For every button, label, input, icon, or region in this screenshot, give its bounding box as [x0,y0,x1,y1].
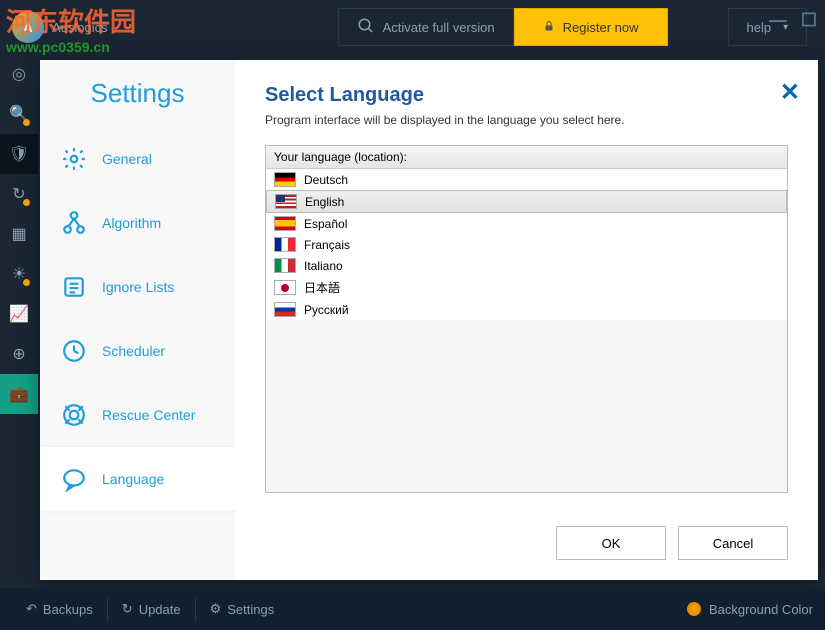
language-label: Русский [304,303,349,317]
minimize-button[interactable]: — [769,10,787,31]
cancel-button[interactable]: Cancel [678,526,788,560]
register-button[interactable]: Register now [514,8,668,46]
gear-icon [60,145,88,173]
language-option[interactable]: Français [266,234,787,255]
flag-icon [275,194,297,209]
rail-icon-refresh[interactable]: ↻ [0,174,38,214]
sidebar-item-language[interactable]: Language [40,447,235,511]
app-logo: A Auslogics [12,11,108,43]
sidebar-item-label: Rescue Center [102,407,195,423]
clock-icon [60,337,88,365]
lock-icon [543,19,555,36]
flag-icon [274,216,296,231]
footer-backups[interactable]: ↶ Backups [12,601,107,617]
left-rail: ◎ 🔍 🛡 ↻ ▦ ☀ 📈 ⊕ 💼 [0,54,38,588]
language-label: Español [304,217,347,231]
footer-bg-color[interactable]: Background Color [687,602,813,617]
rail-icon-briefcase[interactable]: 💼 [0,374,38,414]
flag-icon [274,258,296,273]
window-controls: — ☐ [769,10,817,31]
flag-icon [274,280,296,295]
sidebar-item-label: Language [102,471,164,487]
speech-icon [60,465,88,493]
lifebuoy-icon [60,401,88,429]
flag-icon [274,237,296,252]
language-option[interactable]: 日本語 [266,276,787,299]
sidebar-item-label: Scheduler [102,343,165,359]
panel-subtitle: Program interface will be displayed in t… [265,113,788,127]
sidebar-item-label: General [102,151,152,167]
settings-main: ✕ Select Language Program interface will… [235,60,818,580]
search-icon [357,17,375,38]
app-name: Auslogics [52,20,108,35]
nodes-icon [60,209,88,237]
footer-label: Settings [227,602,274,617]
language-option[interactable]: English [266,190,787,213]
ok-button[interactable]: OK [556,526,666,560]
language-option[interactable]: Deutsch [266,169,787,190]
language-option[interactable]: Русский [266,299,787,320]
footer-label: Background Color [709,602,813,617]
sidebar-item-rescue-center[interactable]: Rescue Center [40,383,235,447]
dialog-buttons: OK Cancel [556,526,788,560]
footer-update[interactable]: ↻ Update [108,601,195,617]
sidebar-item-label: Algorithm [102,215,161,231]
register-label: Register now [563,20,639,35]
sidebar-item-general[interactable]: General [40,127,235,191]
logo-icon: A [12,11,44,43]
footer-label: Backups [43,602,93,617]
close-button[interactable]: ☐ [801,10,817,31]
rail-icon-chart[interactable]: 📈 [0,294,38,334]
help-label: help [747,20,772,35]
language-label: Français [304,238,350,252]
language-label: 日本語 [304,279,340,296]
sidebar-item-algorithm[interactable]: Algorithm [40,191,235,255]
sidebar-item-scheduler[interactable]: Scheduler [40,319,235,383]
activate-label: Activate full version [383,20,495,35]
flag-icon [274,172,296,187]
settings-sidebar: Settings General Algorithm Ignore Lists [40,60,235,580]
language-label: English [305,195,344,209]
settings-dialog: Settings General Algorithm Ignore Lists [40,60,818,580]
rail-icon-grid[interactable]: ▦ [0,214,38,254]
flag-icon [274,302,296,317]
rail-icon-globe[interactable]: ⊕ [0,334,38,374]
gear-icon: ⚙ [210,601,222,617]
rail-icon-sun[interactable]: ☀ [0,254,38,294]
rail-icon-search[interactable]: 🔍 [0,94,38,134]
panel-title: Select Language [265,84,788,107]
app-header: A Auslogics Activate full version Regist… [0,0,825,54]
sidebar-item-label: Ignore Lists [102,279,174,295]
language-option[interactable]: Español [266,213,787,234]
language-option[interactable]: Italiano [266,255,787,276]
undo-icon: ↶ [26,601,37,617]
dialog-close-button[interactable]: ✕ [780,78,800,107]
language-label: Italiano [304,259,343,273]
refresh-icon: ↻ [122,601,133,617]
activate-button[interactable]: Activate full version [338,8,514,46]
settings-title: Settings [40,78,235,109]
rail-icon-shield[interactable]: 🛡 [0,134,38,174]
sidebar-item-ignore-lists[interactable]: Ignore Lists [40,255,235,319]
app-footer: ↶ Backups ↻ Update ⚙ Settings Background… [0,588,825,630]
language-listbox[interactable]: Your language (location): Deutsch English… [265,145,788,493]
language-list-header: Your language (location): [266,146,787,169]
color-swatch-icon [687,602,701,616]
language-label: Deutsch [304,173,348,187]
footer-label: Update [139,602,181,617]
rail-icon-target[interactable]: ◎ [0,54,38,94]
footer-settings[interactable]: ⚙ Settings [196,601,289,617]
list-icon [60,273,88,301]
